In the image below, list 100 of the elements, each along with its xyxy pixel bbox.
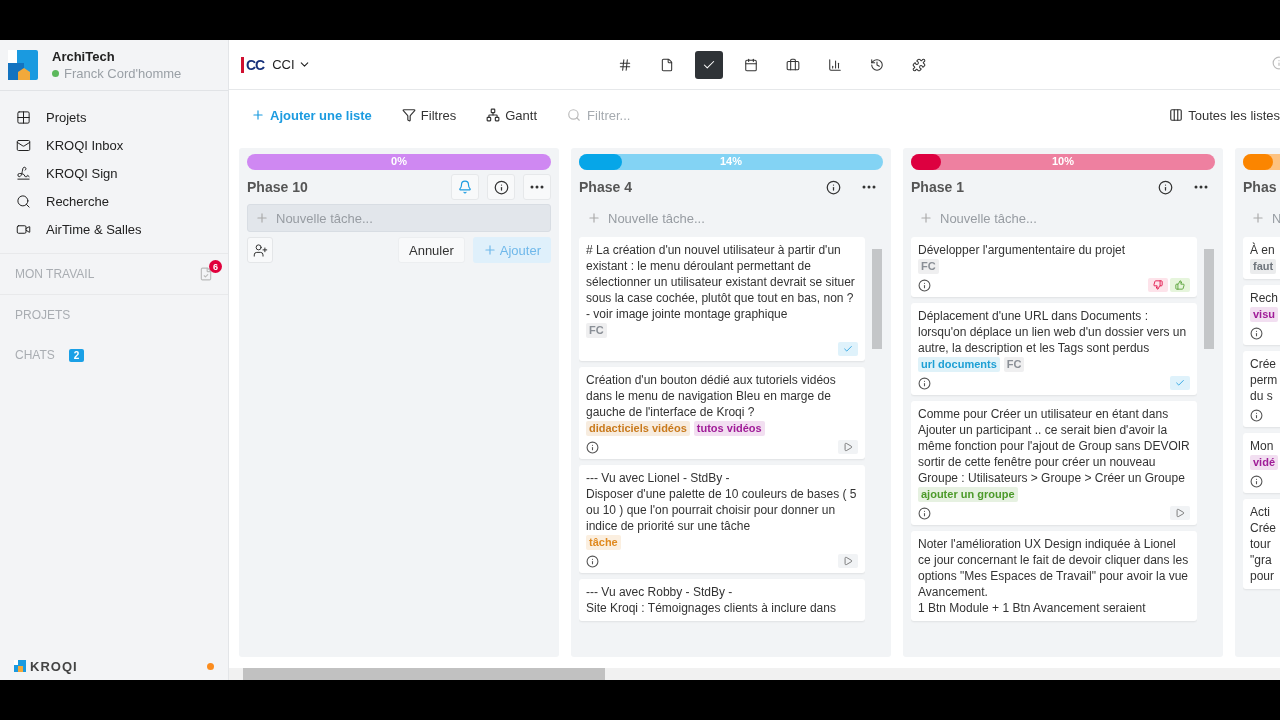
card-text: Crée perm du s (1250, 356, 1279, 404)
signature-icon (16, 165, 31, 181)
view-tab[interactable] (695, 50, 723, 79)
tag: tutos vidéos (693, 421, 765, 436)
info-icon[interactable] (918, 506, 931, 520)
scrollbar-thumb[interactable] (243, 668, 605, 680)
document-check-icon[interactable] (199, 267, 213, 281)
play-icon (843, 442, 853, 452)
task-card[interactable]: --- Vu avec Robby - StdBy - Site Kroqi : Témoignages clients à inclure dans (579, 579, 865, 621)
tag: vidé (1250, 455, 1278, 470)
mail-icon (16, 137, 31, 153)
info-icon[interactable] (1250, 326, 1263, 340)
new-task-field[interactable]: N (1243, 204, 1280, 232)
thumbs-down-icon (1153, 280, 1163, 290)
card-text: Mon (1250, 438, 1275, 454)
columns-icon (1169, 108, 1184, 122)
info-icon[interactable] (1250, 408, 1263, 422)
task-card[interactable]: Développer l'argumententaire du projet FC (911, 237, 1197, 297)
history-icon (870, 57, 884, 72)
project-selector[interactable]: CCI (272, 57, 311, 72)
task-card[interactable]: À en faut (1243, 237, 1280, 279)
new-task-field[interactable]: Nouvelle tâche... (579, 204, 883, 232)
task-card[interactable]: --- Vu avec Lionel - StdBy - Disposer d'une palette de 10 couleurs de bases ( 5 ou 10 ) que l'on pourrait choisir pour donner un indice de priorité sur une tâche tâche (579, 465, 865, 573)
filters-button[interactable]: Filtres (401, 107, 457, 123)
task-card[interactable]: Création d'un bouton dédié aux tutoriels vidéos dans le menu de navigation Bleu en marge de gauche de l'interface de Kroqi ? didacticiels vidéos tutos vidéos (579, 367, 865, 459)
more-icon (530, 185, 544, 189)
thumbs-up-icon (1175, 280, 1185, 290)
info-icon (825, 179, 841, 195)
tag: url documents (918, 357, 1000, 372)
card-text: Comme pour Créer un utilisateur en étant dans Ajouter un participant .. ce serait bien d'avoir la même fonction pour l'ajout de Group sans DEVOIR sortir de cette fenêtre pour créer un nouveau Groupe : Utilisateurs > Groupe > Créer un Groupe (918, 406, 1190, 486)
list-title: Phase 10 (247, 179, 309, 195)
play-icon (843, 556, 853, 566)
kroqi-logo-icon (14, 660, 26, 672)
check-icon (843, 344, 853, 354)
briefcase-icon (786, 57, 800, 72)
info-icon[interactable] (918, 376, 931, 390)
kroqi-logo-text: KROQI (30, 658, 78, 674)
file-icon (660, 57, 674, 72)
card-text: # La création d'un nouvel utilisateur à partir d'un existant : le menu déroulant permettant de sélectionner un utilisateur existant devrait se situer sous la case cochée, plutôt que tout en bas, non ? - voir image jointe montage graphique (586, 242, 856, 322)
tag: tâche (586, 535, 621, 550)
hash-icon (618, 57, 632, 72)
task-card[interactable]: Déplacement d'une URL dans Documents : lorsqu'on déplace un lien web d'un dossier vers un autre, la description et les Tags sont perdus url documents FC (911, 303, 1197, 395)
tag: FC (918, 259, 939, 274)
nav-item[interactable]: AirTime & Salles (0, 215, 228, 243)
progress-label: 0% (390, 155, 408, 167)
task-card[interactable]: Crée perm du s (1243, 351, 1280, 427)
tag: FC (1003, 357, 1025, 372)
gantt-button[interactable]: Gantt (486, 107, 538, 123)
tag: FC (586, 323, 607, 338)
info-icon[interactable] (918, 278, 931, 292)
search-icon (16, 193, 31, 209)
info-icon (1157, 179, 1173, 195)
nav-item[interactable]: KROQI Inbox (0, 131, 228, 159)
nav-item[interactable]: Projets (0, 103, 228, 131)
info-icon[interactable] (1250, 474, 1263, 488)
plus-icon (255, 211, 269, 225)
nav-item[interactable]: Recherche (0, 187, 228, 215)
card-text: --- Vu avec Lionel - StdBy - Disposer d'une palette de 10 couleurs de bases ( 5 ou 10 ) que l'on pourrait choisir pour donner un indice de priorité sur une tâche (586, 470, 858, 534)
scrollbar-thumb[interactable] (872, 249, 882, 349)
card-text: À en (1250, 242, 1276, 258)
check-icon (1175, 378, 1185, 388)
add-user-button[interactable] (247, 237, 273, 263)
plus-icon (919, 211, 933, 225)
task-card[interactable] (579, 237, 865, 361)
app-logo (8, 50, 38, 80)
calendar-icon (744, 57, 758, 72)
bar-chart-icon (828, 57, 842, 72)
task-card[interactable]: Mon vidé (1243, 433, 1280, 493)
task-card[interactable] (911, 401, 1197, 525)
info-button[interactable] (487, 174, 515, 200)
tag: faut (1250, 259, 1277, 274)
info-icon (493, 179, 509, 195)
cancel-button[interactable]: Annuler (398, 237, 465, 263)
card-text: Développer l'argumententaire du projet (918, 242, 1127, 258)
nav-item[interactable]: KROQI Sign (0, 159, 228, 187)
project-logo: CC (241, 56, 265, 73)
plus-icon (1251, 211, 1265, 225)
task-card[interactable]: Rech visu (1243, 285, 1280, 345)
card-text: Noter l'amélioration UX Design indiquée à Lionel ce jour concernant le fait de devoir cliquer dans les options "Mes Espaces de Travail" pour avoir la vue Avancement. 1 Btn Module + 1 Btn Avancement seraient (918, 536, 1190, 616)
filter-field[interactable]: Filtrer... (567, 105, 708, 125)
card-text: Rech (1250, 290, 1279, 306)
info-icon[interactable] (586, 554, 599, 568)
plus-icon (482, 243, 497, 257)
play-icon (1175, 508, 1185, 518)
search-icon (567, 108, 582, 122)
tag: visu (1250, 307, 1278, 322)
task-card[interactable]: Acti Crée tour "gra pour (1243, 499, 1280, 589)
list-title: Phase 4 (579, 179, 633, 195)
progress-label: 14% (719, 155, 743, 167)
new-task-field[interactable]: Nouvelle tâche... (911, 204, 1215, 232)
info-icon[interactable] (586, 440, 599, 454)
all-lists-button[interactable]: Toutes les listes (1169, 107, 1280, 123)
count-badge: 2 (68, 348, 85, 362)
task-card[interactable] (911, 531, 1197, 621)
more-icon (1194, 185, 1208, 189)
scrollbar-thumb[interactable] (1204, 249, 1214, 349)
horizontal-scrollbar[interactable] (229, 668, 1280, 680)
workspace-name: ArchiTech (52, 49, 116, 64)
new-task-field[interactable]: Nouvelle tâche... (247, 204, 551, 232)
card-text: --- Vu avec Robby - StdBy - Site Kroqi : Témoignages clients à inclure dans (586, 584, 837, 616)
